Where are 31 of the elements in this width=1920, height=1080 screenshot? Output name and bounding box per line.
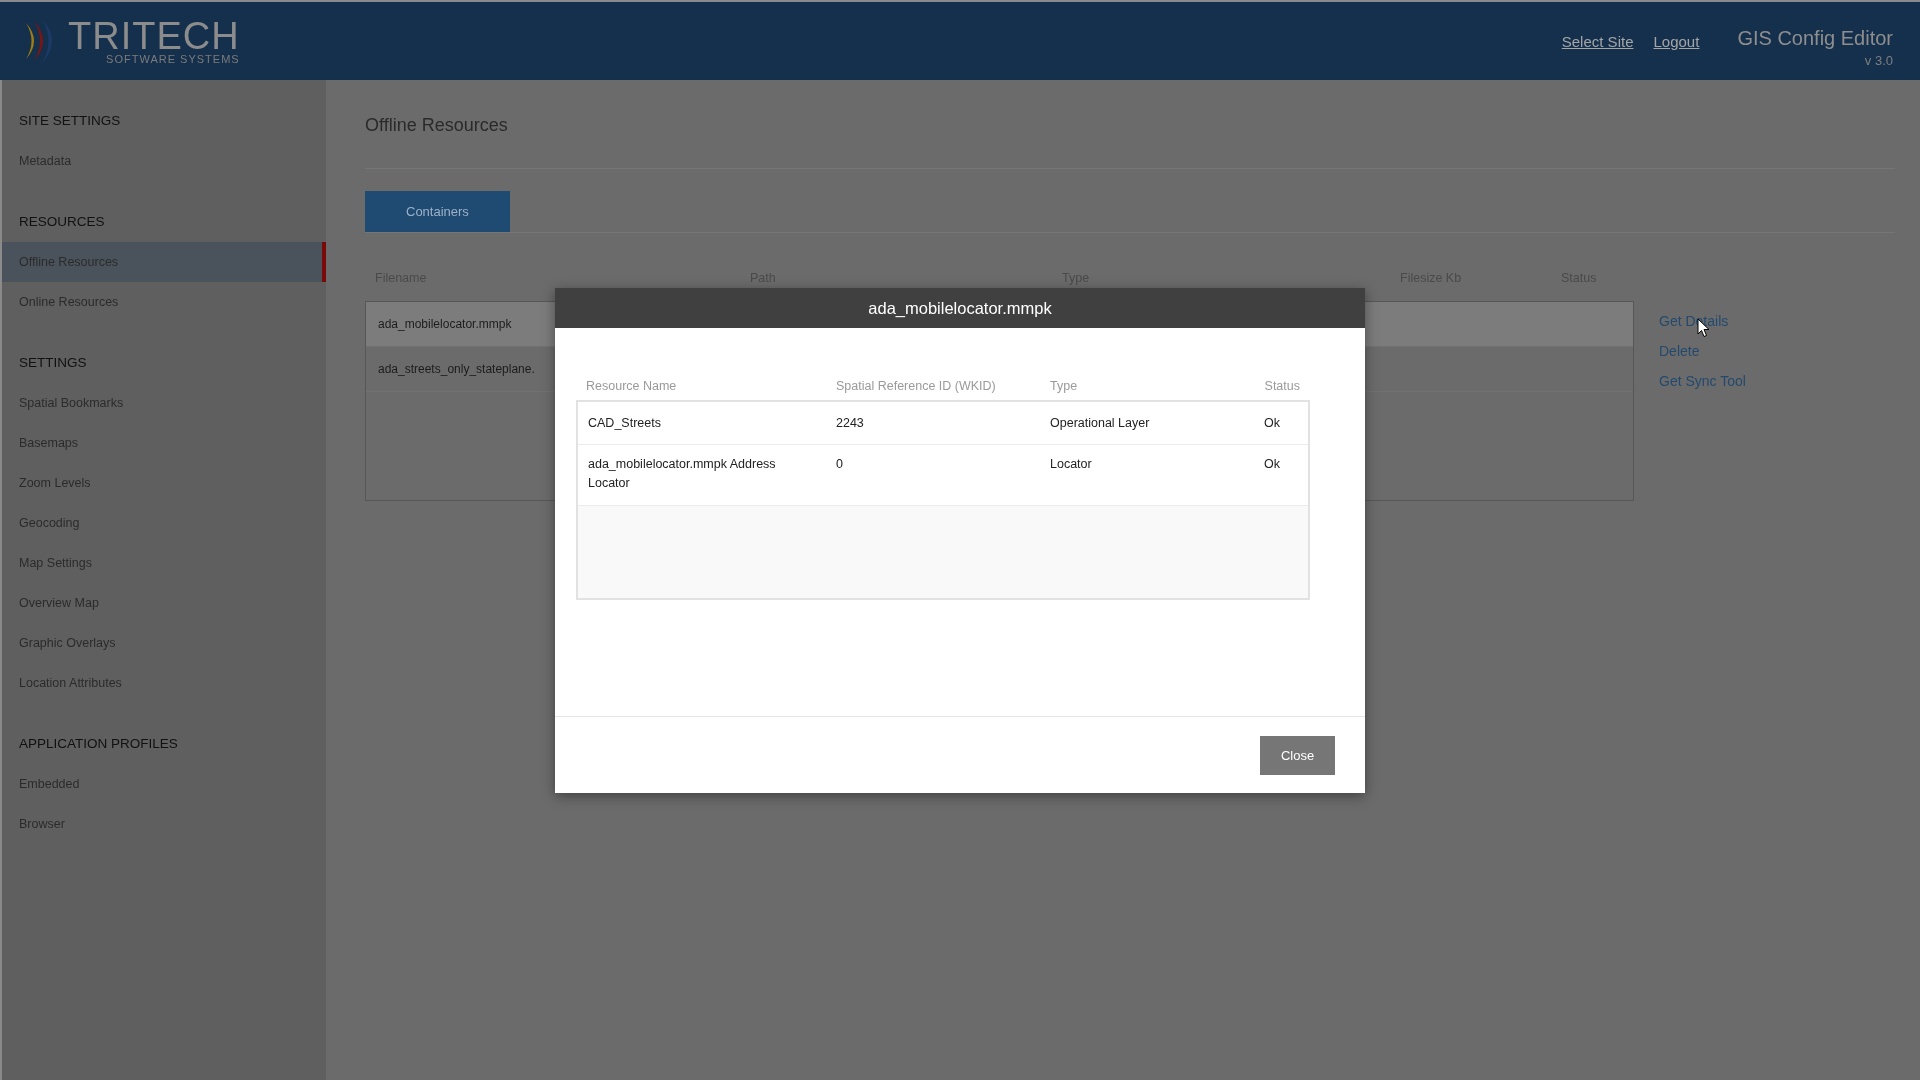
column-header: Status bbox=[1264, 379, 1300, 395]
logo-wordmark: TRITECH bbox=[68, 17, 240, 55]
table-cell: ada_streets_only_stateplane. bbox=[378, 362, 535, 376]
table-cell: ada_mobilelocator.mmpk bbox=[378, 317, 512, 331]
section-heading: RESOURCES bbox=[18, 213, 106, 231]
app-title: GIS Config Editor bbox=[1737, 26, 1893, 50]
table-cell-text: ada_mobilelocator.mmpk Address Locator bbox=[588, 456, 777, 492]
table-cell-text: Operational Layer bbox=[1050, 415, 1151, 432]
section-heading: SETTINGS bbox=[18, 354, 88, 372]
column-header: Resource Name bbox=[586, 379, 678, 395]
table-cell-text: CAD_Streets bbox=[588, 415, 662, 432]
table-cell-text: 2243 bbox=[836, 415, 865, 432]
action-link[interactable]: Delete bbox=[1659, 343, 1746, 359]
table-cell-text: Ok bbox=[1264, 415, 1281, 432]
column-header: Type bbox=[1050, 379, 1079, 395]
header-link[interactable]: Logout bbox=[1653, 32, 1700, 50]
section-heading: SITE SETTINGS bbox=[18, 112, 122, 130]
dialog-title: ada_mobilelocator.mmpk bbox=[555, 288, 1365, 328]
page-title: Offline Resources bbox=[365, 113, 1895, 169]
action-link[interactable]: Get Details bbox=[1659, 313, 1746, 329]
table-cell-text: Locator bbox=[1050, 456, 1093, 473]
section-heading: APPLICATION PROFILES bbox=[18, 735, 179, 753]
tab[interactable]: Containers bbox=[365, 191, 510, 232]
header-link[interactable]: Select Site bbox=[1561, 32, 1634, 50]
close-button[interactable]: Close bbox=[1260, 735, 1335, 775]
version-label: v 3.0 bbox=[1864, 52, 1893, 68]
logo-tagline: SOFTWARE SYSTEMS bbox=[106, 53, 240, 65]
action-link[interactable]: Get Sync Tool bbox=[1659, 373, 1746, 389]
column-header: Spatial Reference ID (WKID) bbox=[836, 379, 997, 395]
table-cell-text: Ok bbox=[1264, 456, 1281, 473]
table-cell-text: 0 bbox=[836, 456, 844, 473]
